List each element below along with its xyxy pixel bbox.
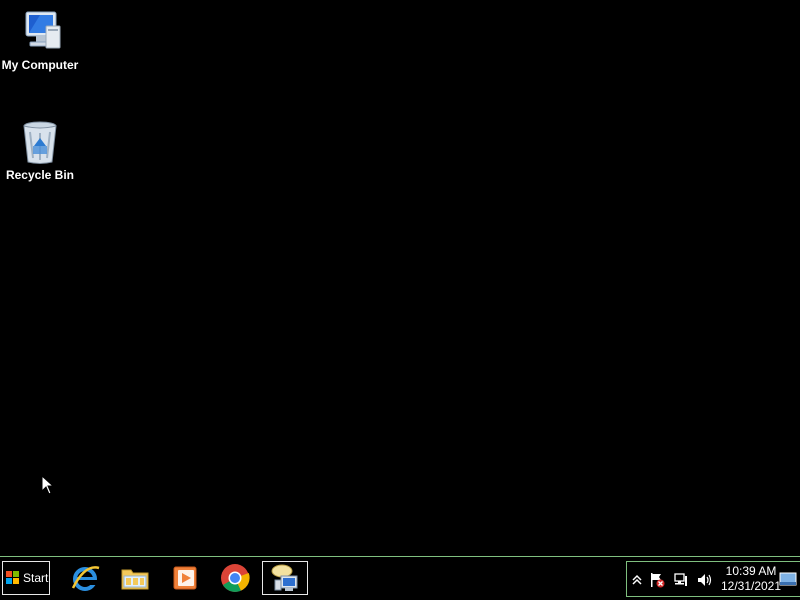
- media-player-icon: [173, 566, 197, 590]
- folder-icon: [121, 569, 149, 590]
- system-tray: 10:39 AM 12/31/2021: [626, 561, 800, 597]
- windows-logo-icon: [6, 571, 19, 584]
- start-button[interactable]: Start: [2, 561, 50, 595]
- desktop-icon-my-computer[interactable]: My Computer: [0, 8, 80, 72]
- volume-icon[interactable]: [697, 572, 713, 588]
- clock-date: 12/31/2021: [720, 579, 782, 593]
- mouse-pointer-icon: [41, 475, 55, 495]
- action-center-flag-icon[interactable]: [649, 572, 665, 588]
- recycle-bin-icon: [16, 118, 64, 166]
- desktop[interactable]: My Computer Recycle Bin: [0, 0, 800, 556]
- network-computer-icon: [271, 564, 298, 591]
- taskbar-app-chrome[interactable]: [212, 561, 258, 595]
- desktop-icon-label: Recycle Bin: [5, 168, 75, 182]
- show-desktop-icon[interactable]: [779, 572, 797, 586]
- chrome-icon: [221, 564, 250, 592]
- clock-time: 10:39 AM: [725, 564, 777, 578]
- taskbar-app-media-player[interactable]: [162, 561, 208, 595]
- desktop-icon-recycle-bin[interactable]: Recycle Bin: [0, 118, 80, 182]
- show-hidden-icon[interactable]: [629, 572, 645, 588]
- computer-icon: [16, 8, 64, 56]
- taskbar-app-network[interactable]: [262, 561, 308, 595]
- network-icon[interactable]: [673, 572, 689, 588]
- clock[interactable]: 10:39 AM 12/31/2021: [719, 564, 783, 594]
- start-label: Start: [23, 571, 49, 585]
- taskbar: Start 10:39 AM 12/31/2021: [0, 556, 800, 600]
- taskbar-app-internet-explorer[interactable]: [62, 561, 108, 595]
- taskbar-app-file-explorer[interactable]: [112, 561, 158, 595]
- internet-explorer-icon: [71, 566, 100, 591]
- desktop-icon-label: My Computer: [1, 58, 79, 72]
